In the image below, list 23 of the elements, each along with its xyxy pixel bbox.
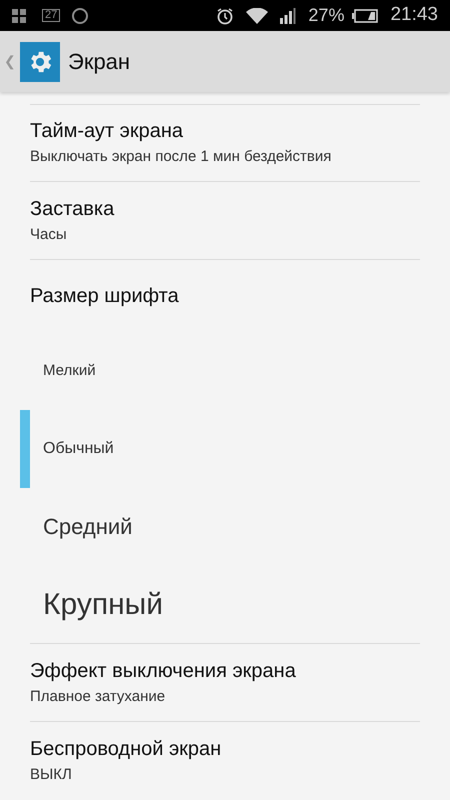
alarm-icon	[216, 6, 234, 24]
screen-title: Экран	[68, 48, 130, 76]
clock: 21:43	[390, 3, 438, 28]
font-size-option[interactable]: Обычный	[0, 410, 450, 488]
signal-icon	[280, 8, 296, 24]
setting-title[interactable]: Эффект выключения экрана	[30, 658, 420, 684]
setting-summary: Плавное затухание	[30, 688, 166, 707]
setting-summary: ВЫКЛ	[30, 766, 73, 785]
settings-app-icon	[20, 42, 60, 82]
wifi-icon	[246, 8, 268, 24]
battery-icon	[352, 8, 378, 22]
setting-summary: Часы	[30, 226, 68, 245]
setting-title[interactable]: Заставка	[30, 196, 420, 222]
notification-count: 27	[42, 9, 60, 22]
setting-title: Размер шрифта	[30, 284, 179, 310]
setting-title[interactable]: Тайм-аут экрана	[30, 119, 420, 144]
setting-summary: Выключать экран после 1 мин бездействия	[30, 148, 332, 167]
font-size-option[interactable]: Крупный	[0, 566, 450, 644]
setting-title[interactable]: Беспроводной экран	[30, 737, 420, 762]
font-size-option[interactable]: Мелкий	[0, 332, 450, 410]
battery-percent: 27%	[308, 4, 344, 27]
grid-icon	[12, 8, 26, 22]
font-size-option[interactable]: Средний	[0, 488, 450, 566]
